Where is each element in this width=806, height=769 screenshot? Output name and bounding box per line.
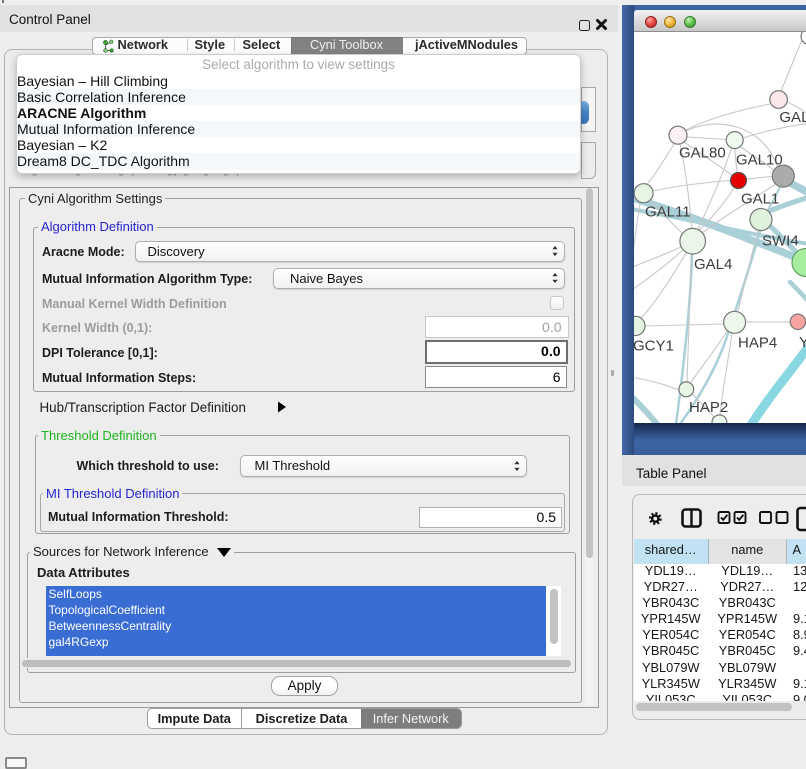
svg-text:Y: Y	[799, 334, 806, 351]
svg-text:GAL80: GAL80	[679, 144, 726, 161]
svg-text:GAL8: GAL8	[779, 109, 806, 126]
svg-text:HAP2: HAP2	[689, 399, 728, 416]
svg-text:GAL10: GAL10	[736, 151, 783, 168]
svg-text:HAP4: HAP4	[738, 334, 777, 351]
svg-text:GAL4: GAL4	[694, 255, 732, 272]
svg-text:GAL1: GAL1	[741, 190, 779, 207]
svg-text:GCY1: GCY1	[634, 337, 674, 354]
svg-text:GAL11: GAL11	[645, 203, 691, 220]
svg-text:SWI4: SWI4	[762, 232, 799, 249]
